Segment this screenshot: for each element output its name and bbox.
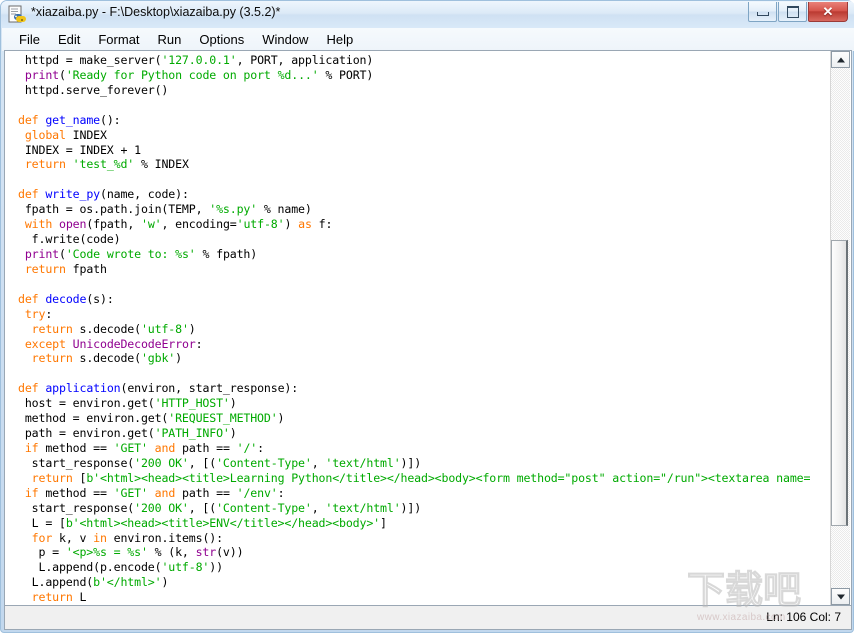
close-button[interactable]: ✕ [808, 2, 848, 22]
scroll-down-arrow-icon[interactable] [831, 588, 850, 605]
idle-editor-window: *xiazaiba.py - F:\Desktop\xiazaiba.py (3… [0, 0, 854, 633]
maximize-button[interactable] [778, 2, 807, 22]
maximize-icon [779, 2, 806, 21]
menu-item-file[interactable]: File [10, 30, 49, 49]
source-code[interactable]: httpd = make_server('127.0.0.1', PORT, a… [18, 53, 829, 605]
close-glyph: ✕ [823, 5, 834, 18]
scroll-up-arrow-icon[interactable] [831, 51, 850, 68]
menu-bar: File Edit Format Run Options Window Help [2, 28, 854, 51]
menu-item-help[interactable]: Help [317, 30, 362, 49]
code-editor-area[interactable]: httpd = make_server('127.0.0.1', PORT, a… [5, 51, 829, 605]
window-title: *xiazaiba.py - F:\Desktop\xiazaiba.py (3… [31, 5, 280, 19]
close-icon: ✕ [809, 2, 847, 21]
python-idle-icon [8, 5, 26, 23]
menu-item-edit[interactable]: Edit [49, 30, 89, 49]
menu-item-run[interactable]: Run [149, 30, 191, 49]
minimize-icon [749, 2, 776, 21]
menu-item-options[interactable]: Options [190, 30, 253, 49]
status-bar: Ln: 106 Col: 7 [4, 606, 852, 630]
vertical-scrollbar[interactable] [830, 51, 850, 605]
cursor-position-indicator: Ln: 106 Col: 7 [766, 610, 841, 624]
scrollbar-track[interactable] [831, 68, 850, 588]
editor-frame: httpd = make_server('127.0.0.1', PORT, a… [4, 50, 852, 606]
title-bar: *xiazaiba.py - F:\Desktop\xiazaiba.py (3… [1, 1, 854, 28]
menu-item-format[interactable]: Format [89, 30, 148, 49]
minimize-button[interactable] [748, 2, 777, 22]
scrollbar-thumb[interactable] [831, 240, 848, 526]
menu-item-window[interactable]: Window [253, 30, 317, 49]
